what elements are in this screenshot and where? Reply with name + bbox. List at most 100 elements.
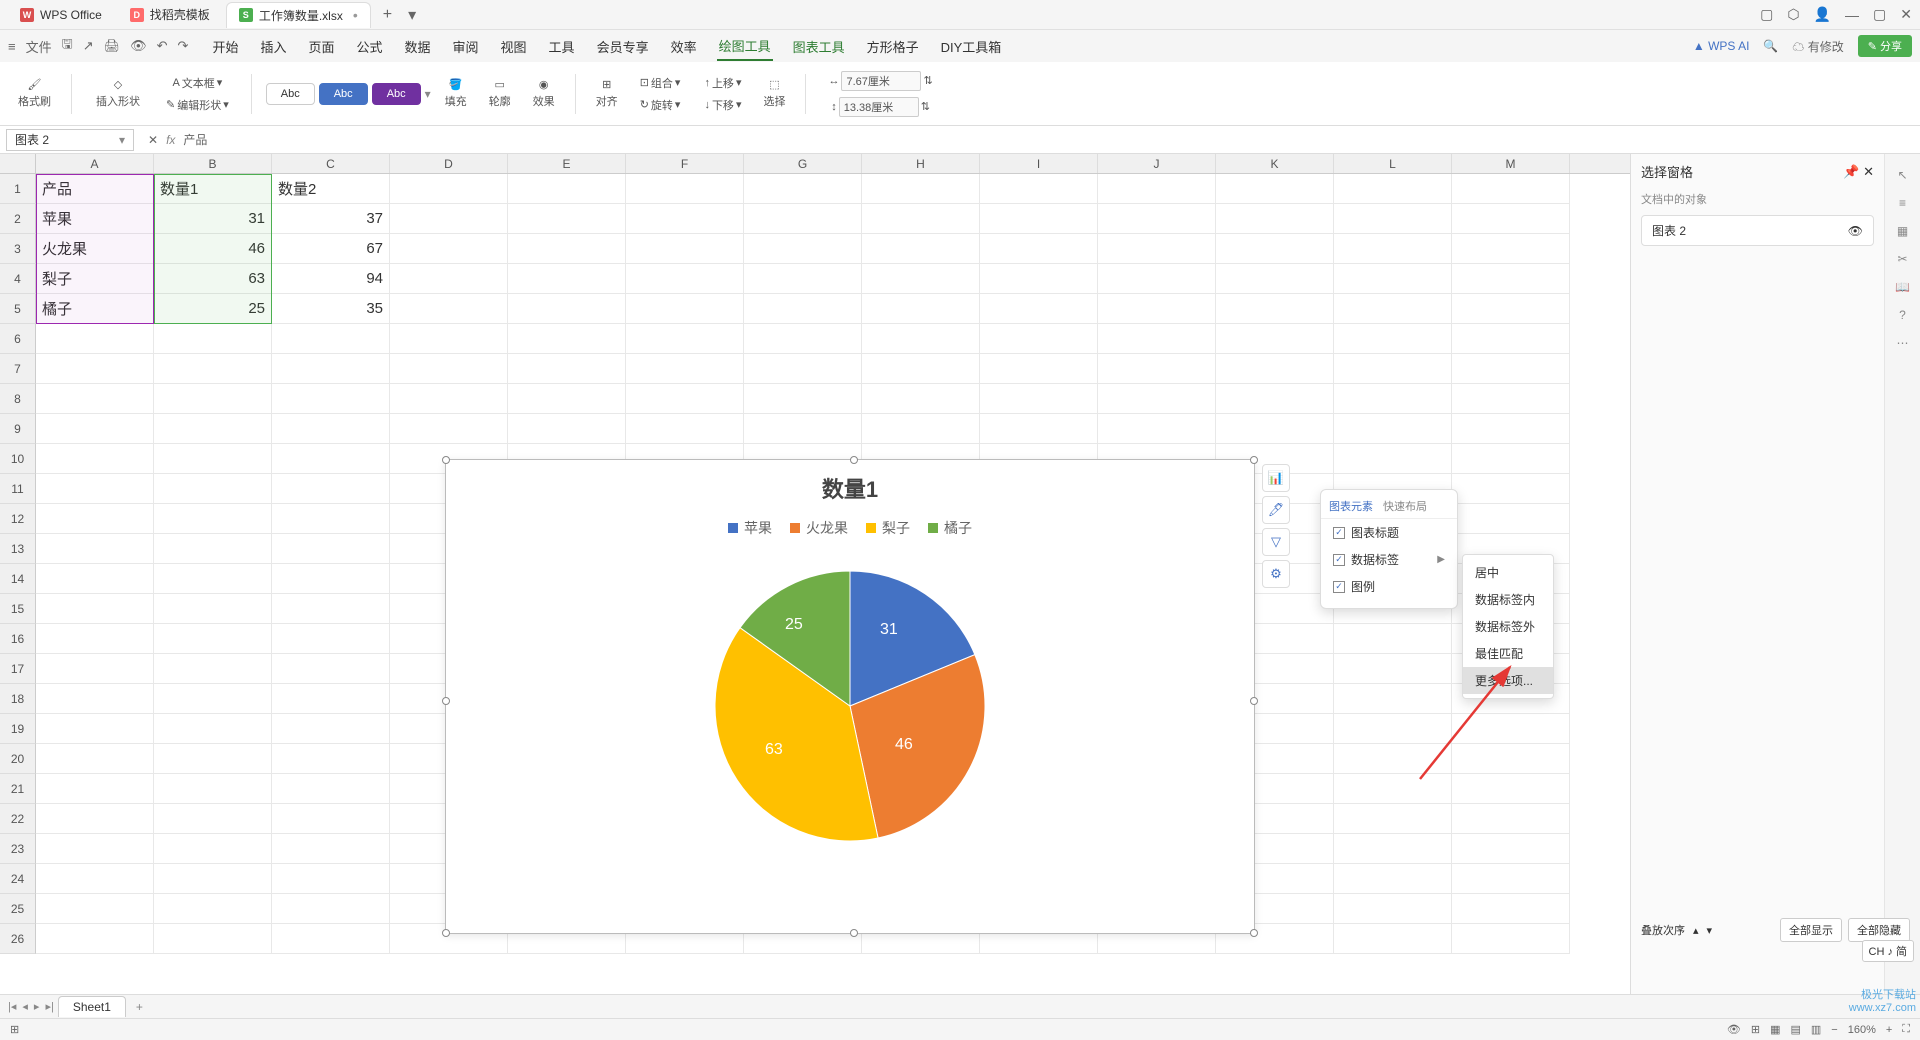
cell[interactable]: [508, 384, 626, 414]
tab-quick-layout[interactable]: 快速布局: [1383, 498, 1427, 514]
select-button[interactable]: ⬚选择: [757, 74, 791, 113]
show-all-button[interactable]: 全部显示: [1780, 918, 1842, 942]
col-header[interactable]: A: [36, 154, 154, 173]
search-icon[interactable]: 🔍: [1763, 39, 1778, 53]
menu-chart-tools[interactable]: 图表工具: [791, 33, 847, 60]
cell[interactable]: 25: [154, 294, 272, 324]
cell[interactable]: [36, 624, 154, 654]
cell[interactable]: [36, 714, 154, 744]
cell[interactable]: [1098, 324, 1216, 354]
move-down-button[interactable]: ↓ 下移 ▾: [700, 95, 745, 115]
cell[interactable]: [1452, 714, 1570, 744]
cell[interactable]: [1334, 294, 1452, 324]
order-down-icon[interactable]: ▾: [1707, 924, 1713, 937]
print-icon[interactable]: 🖨: [104, 38, 121, 54]
col-header[interactable]: L: [1334, 154, 1452, 173]
zoom-in-icon[interactable]: +: [1886, 1024, 1892, 1036]
cell[interactable]: [626, 324, 744, 354]
cell[interactable]: [1334, 204, 1452, 234]
cell[interactable]: [1452, 504, 1570, 534]
chart-filter-button[interactable]: ▽: [1262, 528, 1290, 556]
cell[interactable]: [390, 294, 508, 324]
col-header[interactable]: J: [1098, 154, 1216, 173]
cell[interactable]: [1334, 264, 1452, 294]
cell[interactable]: [1216, 294, 1334, 324]
select-all-corner[interactable]: [0, 154, 36, 173]
cell[interactable]: [390, 384, 508, 414]
cell[interactable]: [744, 204, 862, 234]
cell[interactable]: [744, 384, 862, 414]
cell[interactable]: [390, 174, 508, 204]
cell[interactable]: 37: [272, 204, 390, 234]
cell[interactable]: [1216, 174, 1334, 204]
prev-sheet-icon[interactable]: ◂: [22, 1000, 28, 1013]
cell[interactable]: [1334, 414, 1452, 444]
checkbox-icon[interactable]: ✓: [1333, 581, 1345, 593]
cell[interactable]: [154, 864, 272, 894]
cell[interactable]: [36, 834, 154, 864]
cell[interactable]: [1334, 654, 1452, 684]
chart-legend[interactable]: 苹果 火龙果 梨子 橘子: [446, 510, 1254, 554]
menu-drawing-tools[interactable]: 绘图工具: [717, 32, 773, 61]
text-box-button[interactable]: A 文本框 ▾: [168, 73, 226, 93]
cell[interactable]: [1334, 864, 1452, 894]
cell[interactable]: [272, 924, 390, 954]
row-header[interactable]: 1: [0, 174, 36, 204]
menu-tools[interactable]: 工具: [547, 33, 577, 60]
row-header[interactable]: 3: [0, 234, 36, 264]
tab-close-icon[interactable]: •: [353, 7, 358, 23]
cell[interactable]: [862, 204, 980, 234]
cell[interactable]: [1216, 264, 1334, 294]
row-header[interactable]: 2: [0, 204, 36, 234]
cell[interactable]: [36, 804, 154, 834]
cell[interactable]: [272, 534, 390, 564]
menu-icon[interactable]: ≡: [8, 39, 16, 54]
more-styles-icon[interactable]: ▾: [425, 87, 431, 101]
cell[interactable]: [154, 684, 272, 714]
group-button[interactable]: ⊡ 组合 ▾: [636, 73, 685, 93]
resize-handle[interactable]: [442, 929, 450, 937]
row-header[interactable]: 13: [0, 534, 36, 564]
wps-ai-button[interactable]: ▲ WPS AI: [1693, 39, 1750, 53]
pie-chart[interactable]: 31 46 63 25: [446, 554, 1254, 846]
cell[interactable]: [154, 924, 272, 954]
cell[interactable]: [980, 234, 1098, 264]
cell[interactable]: [36, 744, 154, 774]
col-header[interactable]: I: [980, 154, 1098, 173]
cell[interactable]: [1452, 324, 1570, 354]
row-header[interactable]: 8: [0, 384, 36, 414]
cell[interactable]: [1452, 384, 1570, 414]
cell[interactable]: 94: [272, 264, 390, 294]
cell[interactable]: [626, 234, 744, 264]
row-header[interactable]: 15: [0, 594, 36, 624]
row-header[interactable]: 10: [0, 444, 36, 474]
cell[interactable]: [36, 654, 154, 684]
cell[interactable]: [862, 174, 980, 204]
cell[interactable]: [1452, 354, 1570, 384]
row-header[interactable]: 17: [0, 654, 36, 684]
visibility-icon[interactable]: 👁: [1848, 224, 1863, 238]
cell[interactable]: [1216, 414, 1334, 444]
menu-formula[interactable]: 公式: [354, 33, 384, 60]
object-item[interactable]: 图表 2 👁: [1641, 215, 1874, 246]
cell[interactable]: [1452, 474, 1570, 504]
row-header[interactable]: 16: [0, 624, 36, 654]
stepper-icon[interactable]: ⇅: [921, 100, 930, 113]
cell[interactable]: [508, 324, 626, 354]
cell[interactable]: [36, 474, 154, 504]
cell[interactable]: 数量1: [154, 174, 272, 204]
submenu-bestfit[interactable]: 最佳匹配: [1463, 640, 1553, 667]
tab-menu-button[interactable]: ▾: [400, 5, 424, 25]
cell[interactable]: [1452, 894, 1570, 924]
avatar-icon[interactable]: 👤: [1814, 6, 1831, 23]
col-header[interactable]: G: [744, 154, 862, 173]
cell[interactable]: [626, 204, 744, 234]
cell[interactable]: [154, 654, 272, 684]
row-header[interactable]: 12: [0, 504, 36, 534]
col-header[interactable]: C: [272, 154, 390, 173]
cell[interactable]: [1334, 444, 1452, 474]
cell[interactable]: [1452, 174, 1570, 204]
minimize-button[interactable]: —: [1845, 7, 1859, 23]
height-input[interactable]: 13.38厘米: [839, 97, 919, 117]
cell[interactable]: [1098, 174, 1216, 204]
